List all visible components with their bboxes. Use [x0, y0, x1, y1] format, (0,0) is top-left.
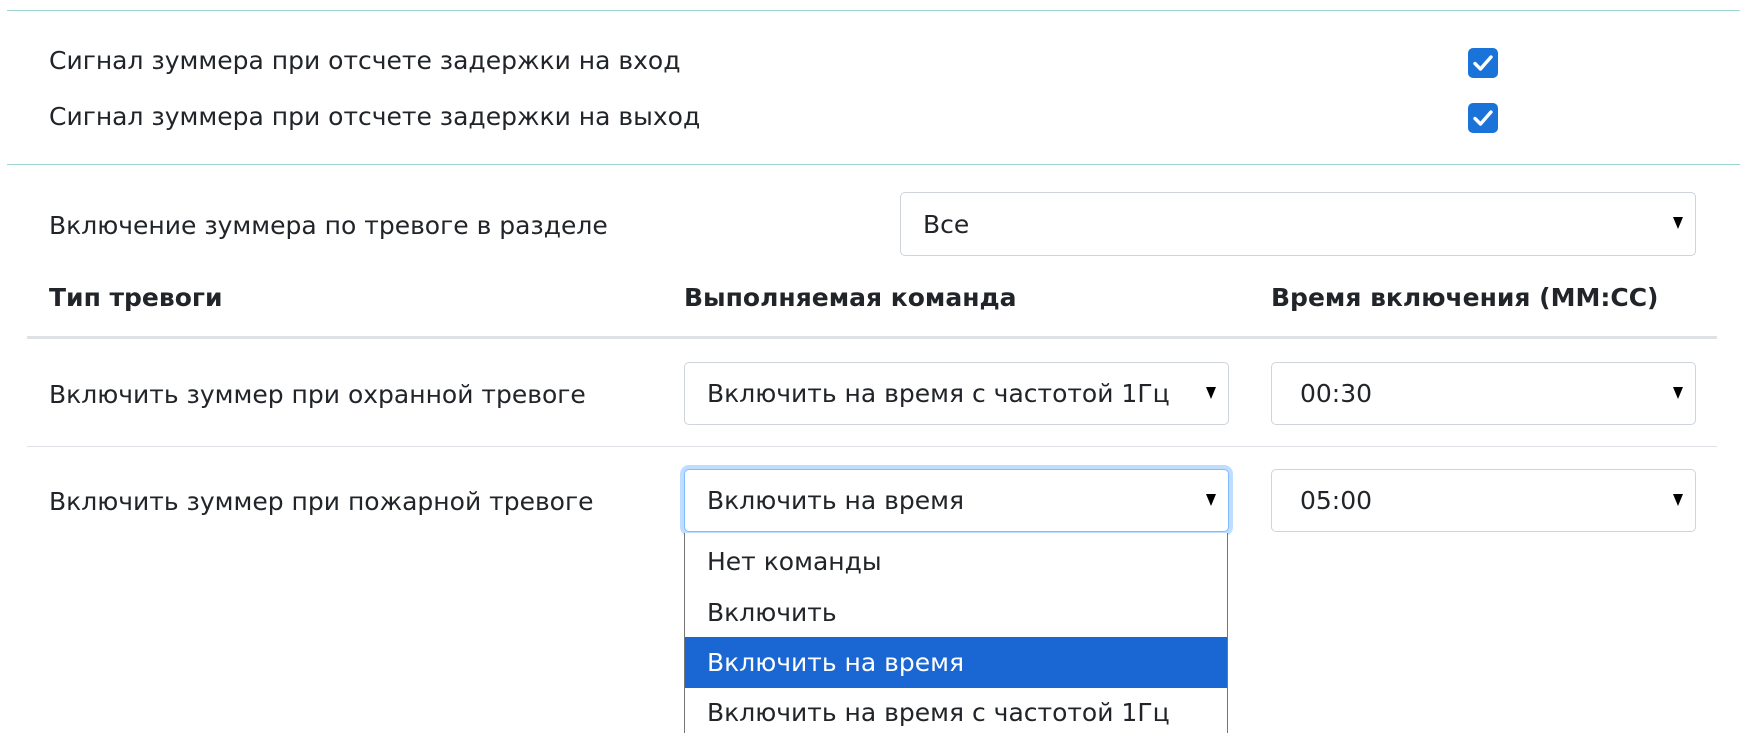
caret-down-icon [1673, 493, 1683, 506]
header-time: Время включения (ММ:СС) [1271, 283, 1659, 312]
caret-down-icon [1673, 386, 1683, 399]
header-alarm-type: Тип тревоги [49, 283, 223, 312]
table-row-divider [27, 446, 1717, 447]
fire-command-dropdown-list: Нет команды Включить Включить на время В… [684, 533, 1228, 733]
top-divider [7, 10, 1740, 11]
dropdown-option-enable-timed[interactable]: Включить на время [685, 637, 1227, 688]
partition-select-value: Все [923, 209, 970, 239]
fire-time-select[interactable]: 05:00 [1271, 469, 1696, 532]
dropdown-option-enable-timed-1hz[interactable]: Включить на время с частотой 1Гц [685, 687, 1227, 733]
security-time-select[interactable]: 00:30 [1271, 362, 1696, 425]
caret-down-icon [1673, 217, 1683, 229]
caret-down-icon [1206, 493, 1216, 506]
dropdown-option-no-command[interactable]: Нет команды [685, 536, 1227, 587]
row-security-alarm-label: Включить зуммер при охранной тревоге [49, 380, 586, 409]
entry-delay-checkbox[interactable] [1468, 48, 1498, 78]
buzzer-settings-page: Сигнал зуммера при отсчете задержки на в… [0, 0, 1740, 748]
table-header-divider [27, 336, 1717, 339]
section-divider [7, 164, 1740, 165]
entry-delay-label: Сигнал зуммера при отсчете задержки на в… [49, 46, 681, 75]
fire-time-value: 05:00 [1300, 486, 1373, 515]
caret-down-icon [1206, 386, 1216, 399]
exit-delay-checkbox[interactable] [1468, 103, 1498, 133]
dropdown-option-enable[interactable]: Включить [685, 587, 1227, 638]
exit-delay-label: Сигнал зуммера при отсчете задержки на в… [49, 102, 701, 131]
header-command: Выполняемая команда [684, 283, 1017, 312]
fire-command-select[interactable]: Включить на время [684, 469, 1229, 532]
security-command-select[interactable]: Включить на время с частотой 1Гц [684, 362, 1229, 425]
partition-label: Включение зуммера по тревоге в разделе [49, 211, 608, 240]
row-fire-alarm-label: Включить зуммер при пожарной тревоге [49, 487, 594, 516]
security-command-value: Включить на время с частотой 1Гц [707, 379, 1170, 408]
check-icon [1473, 55, 1493, 71]
fire-command-value: Включить на время [707, 486, 965, 515]
check-icon [1473, 110, 1493, 126]
security-time-value: 00:30 [1300, 379, 1373, 408]
partition-select[interactable]: Все [900, 192, 1696, 256]
